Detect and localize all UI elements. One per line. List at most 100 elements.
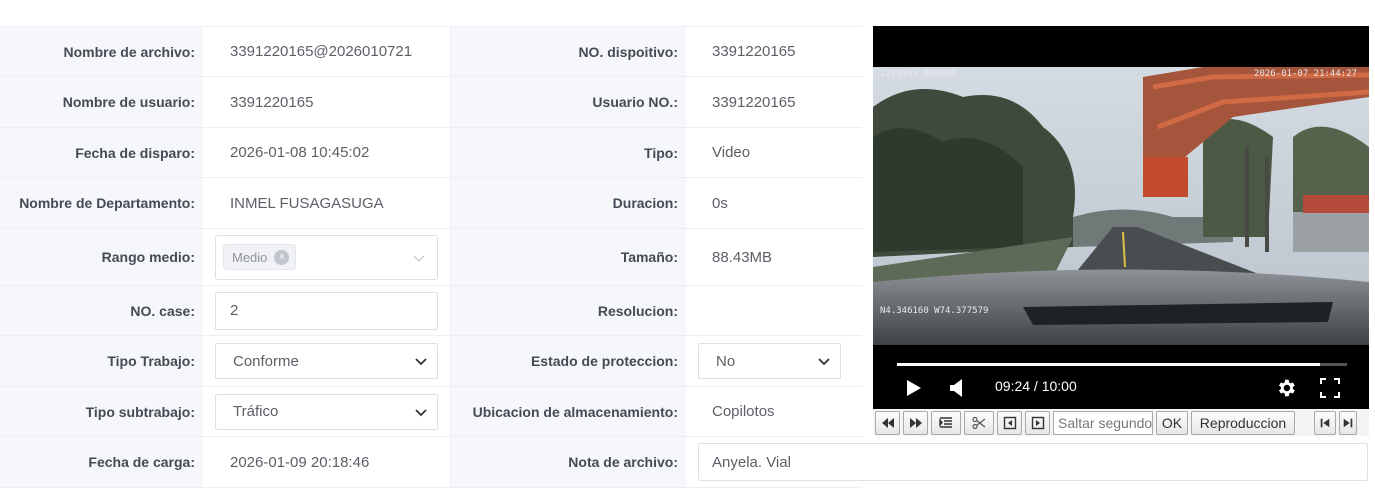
chevron-down-icon: [415, 408, 427, 416]
list-icon: [939, 416, 952, 428]
osd-channel: 1220165_000000: [880, 69, 956, 79]
form-row: Rango medio: Medio × Tamaño: 88.43MB: [0, 229, 862, 286]
user-no-value: 3391220165: [712, 93, 796, 111]
subwork-type-value: Tráfico: [233, 403, 279, 420]
protection-label: Estado de proteccion:: [450, 336, 686, 386]
fullscreen-icon[interactable]: [1320, 378, 1340, 398]
form-row: Nombre de archivo: 3391220165@2026010721…: [0, 27, 862, 77]
file-note-input[interactable]: Anyela. Vial: [698, 443, 1368, 481]
device-no-label: NO. dispoitivo:: [450, 27, 686, 76]
case-no-value: 2: [230, 302, 239, 319]
trigger-date-label: Fecha de disparo:: [0, 128, 203, 177]
tag-close-icon[interactable]: ×: [274, 249, 290, 265]
clip-button[interactable]: [964, 410, 994, 435]
form-row: NO. case: 2 Resolucion:: [0, 286, 862, 336]
user-no-label: Usuario NO.:: [450, 77, 686, 127]
case-no-label: NO. case:: [0, 286, 203, 335]
form-row: Nombre de usuario: 3391220165 Usuario NO…: [0, 77, 862, 128]
protection-select[interactable]: No: [698, 343, 841, 379]
file-note-value: Anyela. Vial: [712, 453, 791, 471]
file-detail-page: Nombre de archivo: 3391220165@2026010721…: [0, 0, 1375, 499]
scissors-icon: [972, 416, 986, 429]
dashcam-scene: [873, 67, 1369, 345]
first-frame-button[interactable]: [1314, 410, 1336, 435]
skip-end-icon: [1343, 418, 1353, 427]
protection-value: No: [716, 352, 736, 370]
trigger-date-value: 2026-01-08 10:45:02: [230, 144, 370, 161]
video-player[interactable]: 1220165_000000 2026-01-07 21:44:27 N4.34…: [873, 26, 1369, 410]
user-name-label: Nombre de usuario:: [0, 77, 203, 127]
next-frame-icon: [1031, 416, 1044, 429]
fast-forward-button[interactable]: [903, 410, 928, 435]
storage-location-label: Ubicacion de almacenamiento:: [450, 387, 686, 436]
ok-button[interactable]: OK: [1156, 410, 1188, 435]
subwork-type-select[interactable]: Tráfico: [215, 393, 438, 430]
case-no-cell: 2: [203, 286, 450, 335]
file-name-value: 3391220165@2026010721: [230, 43, 413, 60]
resolution-label: Resolucion:: [450, 286, 686, 335]
rewind-button[interactable]: [875, 410, 900, 435]
size-label: Tamaño:: [450, 229, 686, 285]
file-note-label: Nota de archivo:: [450, 437, 686, 487]
range-cell: Medio ×: [203, 229, 450, 285]
protection-cell: No: [686, 336, 862, 386]
time-display: 09:24 / 10:00: [995, 378, 1077, 394]
video-frame[interactable]: 1220165_000000 2026-01-07 21:44:27 N4.34…: [873, 67, 1369, 345]
duration-label: Duracion:: [450, 178, 686, 228]
gear-icon[interactable]: [1275, 377, 1297, 399]
resolution-value: [686, 286, 862, 335]
chevron-down-icon: [818, 358, 830, 366]
last-frame-button[interactable]: [1339, 410, 1357, 435]
playback-button[interactable]: Reproduccion: [1191, 410, 1295, 435]
file-note-cell: Anyela. Vial: [698, 437, 1368, 487]
osd-gps: N4.346160 W74.377579: [880, 306, 989, 316]
work-type-select[interactable]: Conforme: [215, 343, 438, 379]
volume-icon[interactable]: [950, 379, 964, 397]
skip-seconds-input[interactable]: Saltar segundos: [1053, 410, 1153, 435]
range-tag-label: Medio: [232, 249, 268, 265]
chevron-down-icon: [413, 255, 425, 262]
case-no-input[interactable]: 2: [215, 291, 438, 330]
fast-forward-icon: [909, 417, 922, 428]
subwork-type-cell: Tráfico: [203, 387, 450, 436]
form-row: Tipo subtrabajo: Tráfico Ubicacion de al…: [0, 387, 862, 437]
player-toolbar: Saltar segundos OK Reproduccion: [873, 409, 1369, 436]
play-icon[interactable]: [906, 379, 922, 397]
work-type-cell: Conforme: [203, 336, 450, 386]
chevron-down-icon: [415, 358, 427, 366]
work-type-value: Conforme: [233, 352, 299, 370]
prev-frame-icon: [1003, 416, 1016, 429]
type-value: Video: [712, 144, 751, 161]
progress-fill: [897, 363, 1320, 366]
progress-bar[interactable]: [897, 363, 1347, 366]
player-control-bar: 09:24 / 10:00: [873, 371, 1369, 410]
form-row: Fecha de disparo: 2026-01-08 10:45:02 Ti…: [0, 128, 862, 178]
upload-date-value: 2026-01-09 20:18:46: [230, 453, 370, 471]
department-value: INMEL FUSAGASUGA: [230, 194, 384, 212]
upload-date-label: Fecha de carga:: [0, 437, 203, 487]
file-name-label: Nombre de archivo:: [0, 27, 203, 76]
size-value: 88.43MB: [712, 248, 773, 266]
range-tag: Medio ×: [223, 244, 297, 270]
next-frame-button[interactable]: [1025, 410, 1050, 435]
skip-seconds-placeholder: Saltar segundos: [1058, 414, 1153, 431]
work-type-label: Tipo Trabajo:: [0, 336, 203, 386]
user-name-value: 3391220165: [230, 93, 314, 111]
range-select[interactable]: Medio ×: [215, 234, 438, 280]
storage-location-value: Copilotos: [712, 403, 775, 420]
form-row: Fecha de carga: 2026-01-09 20:18:46 Nota…: [0, 437, 1368, 488]
form-row: Tipo Trabajo: Conforme Estado de protecc…: [0, 336, 862, 387]
department-label: Nombre de Departamento:: [0, 178, 203, 228]
range-label: Rango medio:: [0, 229, 203, 285]
rewind-icon: [881, 417, 894, 428]
prev-frame-button[interactable]: [997, 410, 1022, 435]
subwork-type-label: Tipo subtrabajo:: [0, 387, 203, 436]
skip-start-icon: [1320, 418, 1330, 427]
type-label: Tipo:: [450, 128, 686, 177]
device-no-value: 3391220165: [712, 43, 796, 60]
list-button[interactable]: [931, 410, 961, 435]
duration-value: 0s: [712, 194, 728, 212]
file-info-form: Nombre de archivo: 3391220165@2026010721…: [0, 26, 1368, 488]
osd-datetime: 2026-01-07 21:44:27: [1254, 69, 1357, 79]
form-row: Nombre de Departamento: INMEL FUSAGASUGA…: [0, 178, 862, 229]
